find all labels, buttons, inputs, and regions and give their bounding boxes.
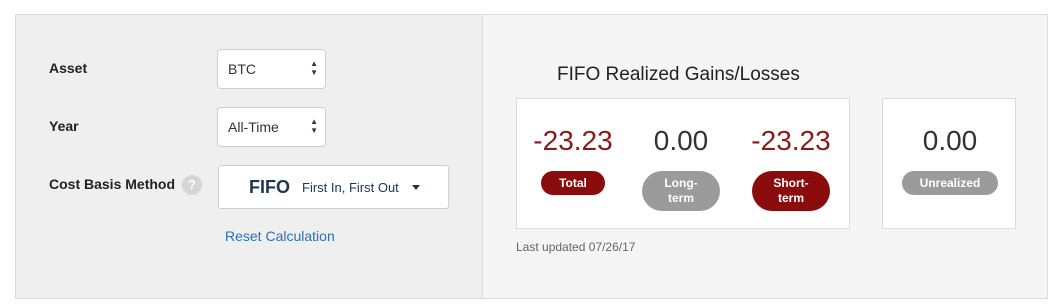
short-term-label-line2: term: [777, 191, 804, 205]
short-term-value: -23.23: [751, 125, 831, 156]
method-full-name: First In, First Out: [302, 180, 399, 195]
last-updated-text: Last updated 07/26/17: [516, 240, 636, 254]
unrealized-badge: Unrealized: [902, 171, 998, 195]
cost-basis-method-dropdown[interactable]: FIFO First In, First Out: [218, 165, 449, 209]
cost-basis-label: Cost Basis Method: [49, 176, 176, 192]
unrealized-value: 0.00: [922, 125, 978, 156]
asset-label: Asset: [49, 60, 88, 76]
updown-arrows-icon: ▲ ▼: [310, 59, 318, 77]
long-term-value: 0.00: [653, 125, 709, 156]
long-term-badge: Long-term: [642, 171, 720, 211]
short-term-badge: Short-term: [752, 171, 830, 211]
updown-arrows-icon: ▲ ▼: [310, 117, 318, 135]
total-value: -23.23: [533, 125, 613, 156]
year-label: Year: [49, 118, 79, 134]
year-select[interactable]: All-Time ▲ ▼: [217, 107, 326, 147]
gains-title: FIFO Realized Gains/Losses: [557, 64, 800, 85]
caret-down-icon: [412, 185, 420, 190]
long-term-label-line2: term: [667, 191, 694, 205]
method-abbr: FIFO: [249, 177, 290, 197]
long-term-label-line1: Long-: [664, 176, 698, 190]
year-select-value: All-Time: [228, 119, 279, 135]
question-mark-icon[interactable]: ?: [182, 175, 202, 195]
settings-panel: Asset BTC ▲ ▼ Year All-Time ▲ ▼ Cost Basis…: [16, 15, 483, 298]
calculator-panel: Asset BTC ▲ ▼ Year All-Time ▲ ▼ Cost Basis…: [15, 14, 1048, 299]
realized-gains-card: -23.23 Total 0.00 Long-term -23.23 Short…: [516, 98, 850, 229]
gains-panel: FIFO Realized Gains/Losses -23.23 Total …: [483, 15, 1047, 298]
asset-select-value: BTC: [228, 61, 256, 77]
unrealized-gains-card: 0.00 Unrealized: [882, 98, 1016, 229]
total-badge: Total: [541, 171, 605, 195]
reset-calculation-link[interactable]: Reset Calculation: [225, 228, 335, 244]
short-term-label-line1: Short-: [773, 176, 809, 190]
asset-select[interactable]: BTC ▲ ▼: [217, 49, 326, 89]
